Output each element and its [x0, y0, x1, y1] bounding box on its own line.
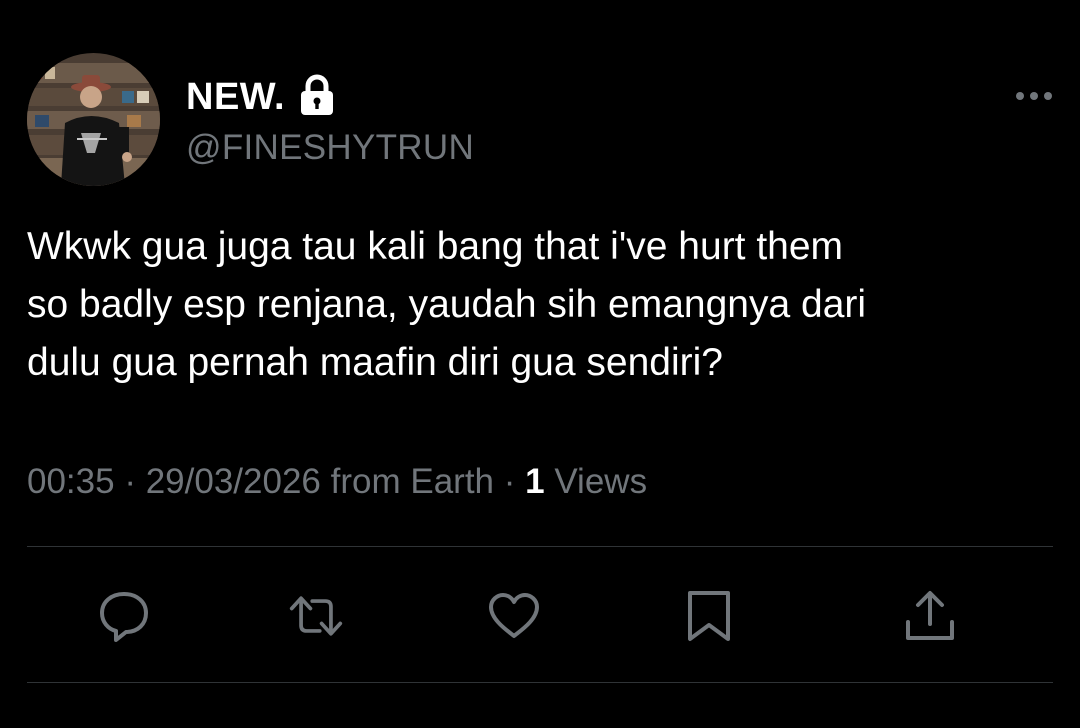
- bookmark-icon: [688, 591, 730, 641]
- tweet-source: from Earth: [330, 462, 495, 501]
- more-options-button[interactable]: [1014, 86, 1054, 106]
- tweet-text: Wkwk gua juga tau kali bang that i've hu…: [27, 225, 867, 384]
- lock-icon: [299, 74, 335, 116]
- avatar-image: [27, 53, 160, 186]
- retweet-icon: [289, 596, 343, 636]
- tweet-date: 29/03/2026: [145, 462, 321, 501]
- reply-button[interactable]: [96, 588, 152, 644]
- meta-separator-2: ·: [503, 462, 516, 501]
- views-count[interactable]: 1: [525, 462, 544, 501]
- display-name[interactable]: NEW.: [186, 76, 285, 119]
- divider-bottom: [27, 682, 1053, 683]
- user-handle[interactable]: @FINESHYTRUN: [186, 128, 474, 168]
- heart-icon: [489, 593, 539, 638]
- share-button[interactable]: [902, 588, 958, 644]
- tweet-meta: 00:35 · 29/03/2026 from Earth · 1 Views: [27, 462, 647, 502]
- tweet-time: 00:35: [27, 462, 115, 501]
- retweet-button[interactable]: [288, 588, 344, 644]
- divider-top: [27, 546, 1053, 547]
- views-label[interactable]: Views: [554, 462, 647, 501]
- bookmark-button[interactable]: [681, 588, 737, 644]
- user-name-row: NEW.: [186, 72, 335, 122]
- reply-icon: [100, 592, 148, 642]
- avatar[interactable]: [27, 53, 160, 186]
- like-button[interactable]: [486, 588, 542, 644]
- meta-separator: ·: [124, 462, 136, 501]
- more-icon: [1016, 92, 1052, 100]
- share-icon: [906, 591, 954, 640]
